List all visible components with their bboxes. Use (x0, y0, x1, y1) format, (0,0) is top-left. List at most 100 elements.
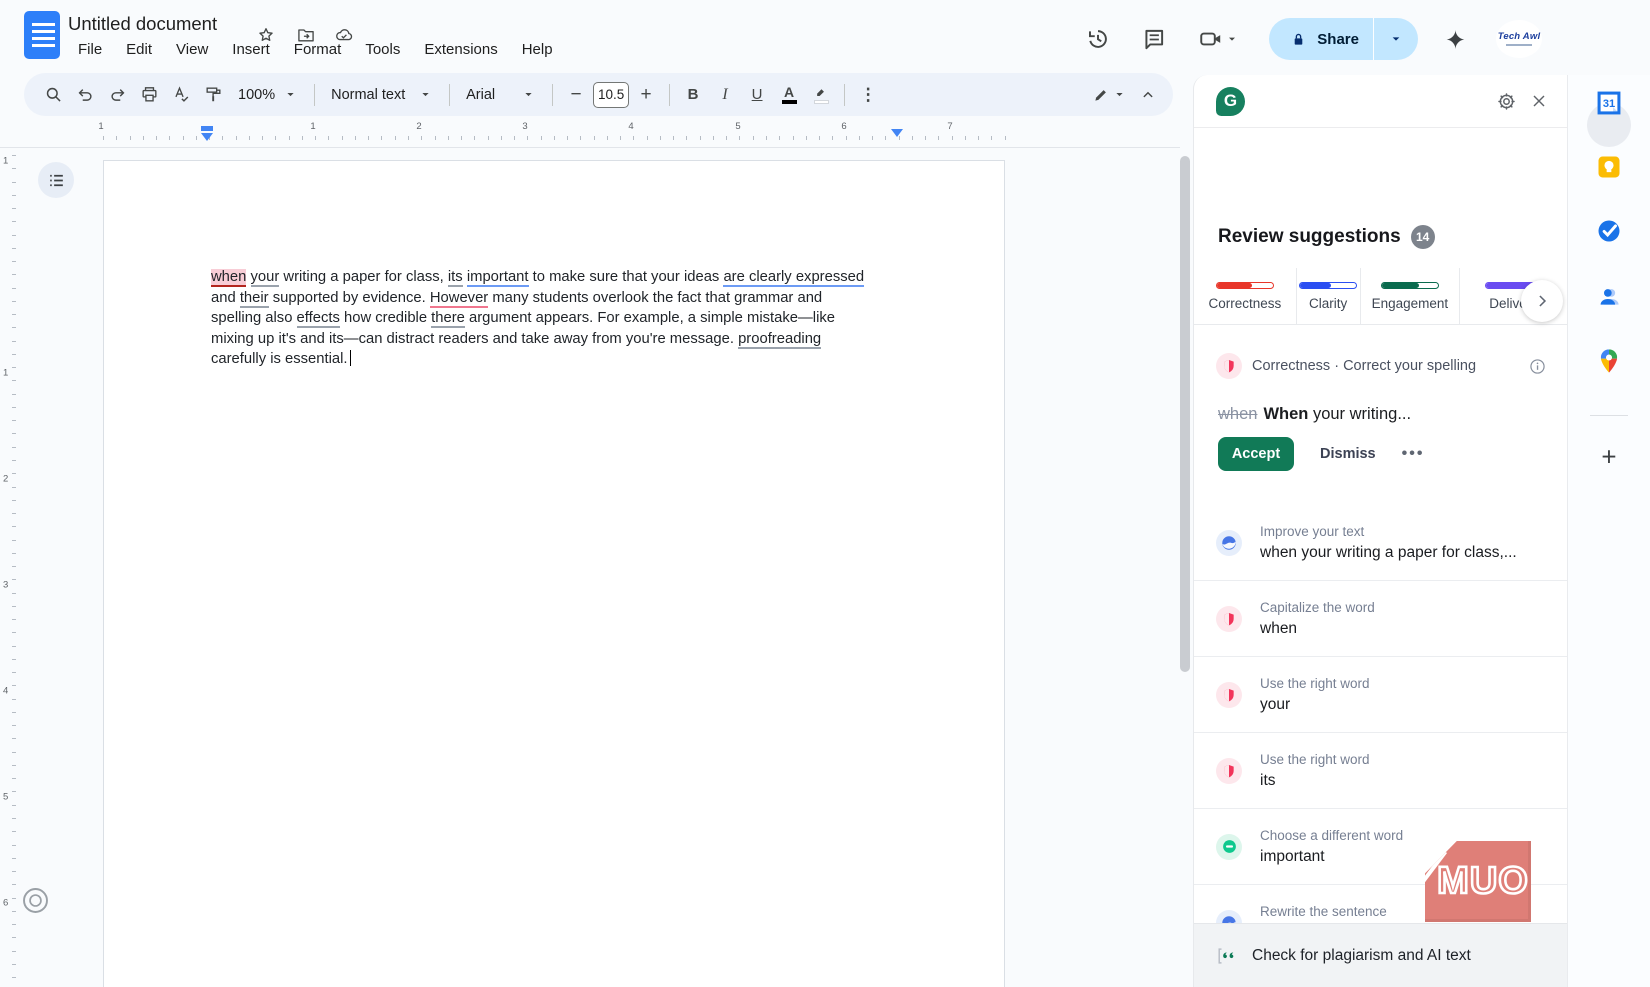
menu-tools[interactable]: Tools (353, 39, 412, 62)
close-panel-icon[interactable] (1529, 91, 1549, 111)
suggestion-card-header: Correctness · Correct your spelling (1216, 353, 1547, 379)
add-addon-button[interactable]: + (1601, 442, 1616, 473)
underlined-word[interactable]: there (431, 310, 465, 328)
paint-format-button[interactable] (198, 80, 228, 110)
underlined-word[interactable]: your (251, 269, 280, 287)
document-paragraph[interactable]: when your writing a paper for class, its… (211, 267, 901, 370)
first-line-indent-marker[interactable] (201, 133, 213, 141)
ruler-tick (12, 924, 16, 925)
suggestion-item[interactable]: Use the right wordits (1194, 733, 1567, 809)
vertical-ruler[interactable]: 1123456 (0, 150, 18, 987)
info-icon[interactable] (1528, 357, 1547, 376)
italic-button[interactable]: I (710, 80, 740, 110)
dismiss-button[interactable]: Dismiss (1320, 446, 1376, 462)
spelling-check-button[interactable] (166, 80, 196, 110)
share-button[interactable]: Share (1269, 30, 1373, 49)
ruler-tick (12, 725, 16, 726)
menu-view[interactable]: View (164, 39, 220, 62)
document-line[interactable]: when your writing a paper for class, its… (211, 267, 901, 288)
paragraph-style-select[interactable]: Normal text (323, 80, 441, 110)
font-family-select[interactable]: Arial (458, 80, 544, 110)
tab-correctness[interactable]: Correctness (1194, 268, 1297, 324)
underlined-word[interactable]: its (448, 269, 463, 287)
ruler-tick (12, 659, 16, 660)
google-maps-icon[interactable] (1595, 347, 1623, 375)
gemini-sparkle-icon[interactable] (1434, 24, 1476, 54)
right-indent-marker[interactable] (891, 129, 903, 137)
document-line[interactable]: spelling also effects how credible there… (211, 308, 901, 329)
underlined-word[interactable]: proofreading (738, 331, 821, 349)
zoom-select[interactable]: 100% (230, 80, 306, 110)
menu-extensions[interactable]: Extensions (412, 39, 509, 62)
google-contacts-icon[interactable] (1595, 283, 1623, 311)
document-line[interactable]: carefully is essential. (211, 349, 901, 370)
ruler-tick (12, 195, 16, 196)
ruler-tick (143, 136, 144, 140)
tab-progress-bar (1381, 282, 1439, 289)
underlined-word[interactable]: However (430, 290, 488, 308)
search-menus-button[interactable] (38, 80, 68, 110)
font-size-input[interactable]: 10.5 (593, 82, 629, 108)
menu-format[interactable]: Format (282, 39, 354, 62)
text-color-button[interactable]: A (774, 80, 804, 110)
decrease-font-size-button[interactable]: − (561, 80, 591, 110)
bold-button[interactable]: B (678, 80, 708, 110)
ruler-tick (474, 136, 475, 140)
undo-button[interactable] (70, 80, 100, 110)
google-calendar-icon[interactable]: 31 (1595, 89, 1623, 117)
tab-label: Engagement (1372, 296, 1449, 311)
ruler-tick (12, 845, 16, 846)
ruler-tick (12, 606, 16, 607)
video-call-button[interactable] (1189, 24, 1249, 54)
ruler-tick (726, 136, 727, 140)
menu-file[interactable]: File (66, 39, 114, 62)
underlined-word[interactable]: when (211, 269, 246, 287)
version-history-icon[interactable] (1077, 24, 1119, 54)
google-keep-icon[interactable] (1595, 153, 1623, 181)
suggestion-item[interactable]: Improve your textwhen your writing a pap… (1194, 505, 1567, 581)
suggestion-item[interactable]: Capitalize the wordwhen (1194, 581, 1567, 657)
print-button[interactable] (134, 80, 164, 110)
tab-clarity[interactable]: Clarity (1297, 268, 1361, 324)
more-toolbar-options-button[interactable]: ⋮ (853, 80, 883, 110)
document-page[interactable]: when your writing a paper for class, its… (103, 160, 1005, 987)
settings-gear-icon[interactable] (1496, 91, 1517, 112)
highlight-color-button[interactable] (806, 80, 836, 110)
strip-divider (1590, 415, 1628, 416)
document-line[interactable]: mixing up it's and its—can distract read… (211, 329, 901, 350)
underlined-word[interactable]: are clearly expressed (723, 269, 864, 287)
redo-button[interactable] (102, 80, 132, 110)
underlined-word[interactable]: important (467, 269, 529, 287)
google-docs-logo[interactable] (24, 11, 60, 59)
ruler-tick (12, 301, 16, 302)
underlined-word[interactable]: effects (297, 310, 340, 328)
ruler-tick (12, 858, 16, 859)
hide-menus-button[interactable] (1133, 80, 1163, 110)
menu-insert[interactable]: Insert (220, 39, 282, 62)
share-menu-button[interactable] (1374, 31, 1418, 47)
next-tabs-button[interactable] (1521, 280, 1563, 322)
document-line[interactable]: and their supported by evidence. However… (211, 288, 901, 309)
left-indent-marker[interactable] (201, 126, 213, 131)
menu-edit[interactable]: Edit (114, 39, 164, 62)
google-tasks-icon[interactable] (1595, 217, 1623, 245)
increase-font-size-button[interactable]: + (631, 80, 661, 110)
tab-engagement[interactable]: Engagement (1361, 268, 1461, 324)
editing-mode-button[interactable] (1088, 80, 1131, 110)
ruler-tick (12, 791, 16, 792)
accept-button[interactable]: Accept (1218, 437, 1294, 471)
menu-help[interactable]: Help (510, 39, 565, 62)
more-options-icon[interactable]: ••• (1402, 445, 1425, 463)
suggestion-item[interactable]: Use the right wordyour (1194, 657, 1567, 733)
underline-button[interactable]: U (742, 80, 772, 110)
document-title[interactable]: Untitled document (68, 13, 217, 35)
explore-button[interactable] (21, 886, 50, 915)
horizontal-ruler[interactable]: 11234567 (0, 120, 1180, 142)
panel-scrollbar[interactable] (1180, 156, 1190, 672)
document-outline-button[interactable] (38, 162, 74, 198)
ruler-tick (328, 136, 329, 140)
plagiarism-footer[interactable]: Check for plagiarism and AI text (1194, 923, 1567, 987)
ruler-tick (368, 136, 369, 140)
comments-icon[interactable] (1133, 24, 1175, 54)
underlined-word[interactable]: their (240, 290, 269, 308)
